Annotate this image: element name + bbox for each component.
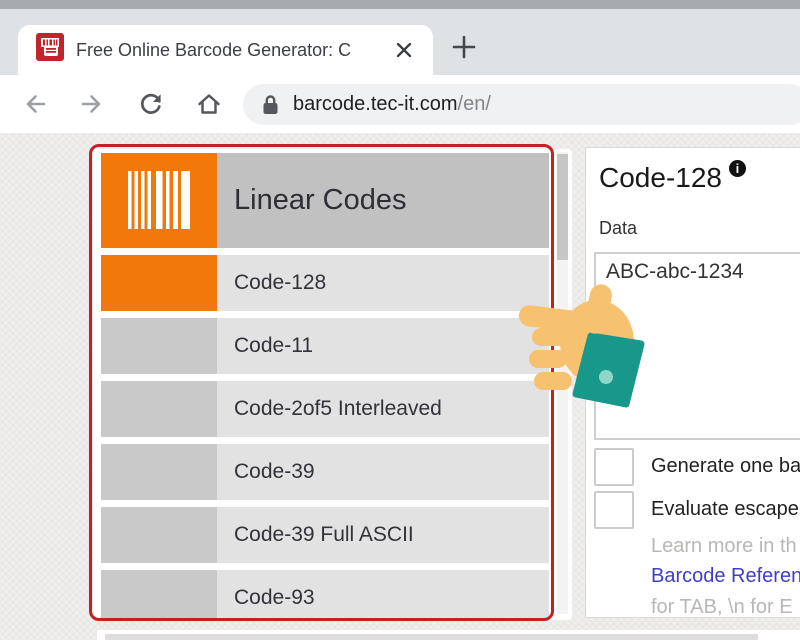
evaluate-escape-label[interactable]: Evaluate escape xyxy=(651,498,799,521)
sidebar-header-linear-codes[interactable]: Linear Codes xyxy=(101,153,549,248)
sidebar-item-code-39-full-ascii[interactable]: Code-39 Full ASCII xyxy=(101,507,549,563)
help-text-line2: for TAB, \n for E xyxy=(651,596,793,619)
item-color-block xyxy=(101,318,217,374)
home-icon[interactable] xyxy=(196,91,222,117)
tab-bar: Free Online Barcode Generator: C xyxy=(0,9,800,75)
url-path: /en/ xyxy=(458,93,491,115)
item-color-block xyxy=(101,507,217,563)
sidebar-item-code-39[interactable]: Code-39 xyxy=(101,444,549,500)
secure-lock-icon[interactable] xyxy=(262,94,279,115)
address-bar[interactable]: barcode.tec-it.com/en/ xyxy=(243,84,800,125)
sidebar-item-code-93[interactable]: Code-93 xyxy=(101,570,549,620)
panel-title: Code-128 i xyxy=(599,160,746,194)
sidebar-item-label: Code-39 Full ASCII xyxy=(234,507,414,563)
sidebar-item-label: Code-128 xyxy=(234,255,326,311)
sidebar-item-code-11[interactable]: Code-11 xyxy=(101,318,549,374)
back-icon[interactable] xyxy=(22,91,48,117)
data-input[interactable]: ABC-abc-1234 xyxy=(594,252,800,440)
url-host: barcode.tec-it.com xyxy=(293,93,458,115)
sidebar-item-code-128[interactable]: Code-128 xyxy=(101,255,549,311)
sidebar-item-code-2of5-interleaved[interactable]: Code-2of5 Interleaved xyxy=(101,381,549,437)
tab-title-fade xyxy=(348,25,390,75)
sidebar-item-label: Code-11 xyxy=(234,318,313,374)
sidebar-scrollbar-thumb[interactable] xyxy=(557,154,568,260)
barcode-icon xyxy=(127,171,191,229)
sidebar-item-label: Code-2of5 Interleaved xyxy=(234,381,442,437)
generate-one-label[interactable]: Generate one ba xyxy=(651,455,800,478)
info-icon[interactable]: i xyxy=(729,160,746,177)
data-field-label: Data xyxy=(599,218,637,239)
forward-icon[interactable] xyxy=(79,91,105,117)
browser-window: Free Online Barcode Generator: C xyxy=(0,0,800,640)
item-color-block xyxy=(101,444,217,500)
browser-toolbar: barcode.tec-it.com/en/ xyxy=(0,75,800,133)
item-color-block xyxy=(101,381,217,437)
linear-codes-color-block xyxy=(101,153,217,248)
help-text-line1: Learn more in th xyxy=(651,535,797,558)
sidebar-item-label: Code-93 xyxy=(234,570,315,620)
evaluate-escape-checkbox[interactable] xyxy=(594,491,634,529)
item-color-block xyxy=(101,255,217,311)
item-color-block xyxy=(101,570,217,620)
panel-title-text: Code-128 xyxy=(599,162,722,193)
sidebar-header-label: Linear Codes xyxy=(234,153,407,248)
tab-title: Free Online Barcode Generator: C xyxy=(76,25,388,75)
url-text: barcode.tec-it.com/en/ xyxy=(293,84,491,125)
barcode-reference-link[interactable]: Barcode Referen xyxy=(651,565,800,588)
reload-icon[interactable] xyxy=(138,91,164,117)
next-category-card xyxy=(97,630,800,640)
barcode-category-list: Linear Codes Code-128 Code-11 Code-2of5 … xyxy=(93,149,572,620)
site-favicon-icon xyxy=(36,33,64,61)
next-category-header-bar[interactable] xyxy=(105,634,758,640)
new-tab-button[interactable] xyxy=(450,33,478,61)
barcode-settings-panel: Code-128 i Data ABC-abc-1234 Generate one… xyxy=(585,147,800,618)
tab-close-icon[interactable] xyxy=(392,38,416,62)
sidebar-item-label: Code-39 xyxy=(234,444,315,500)
window-top-edge xyxy=(0,0,800,9)
generate-one-checkbox[interactable] xyxy=(594,448,634,486)
browser-tab[interactable]: Free Online Barcode Generator: C xyxy=(18,25,433,75)
